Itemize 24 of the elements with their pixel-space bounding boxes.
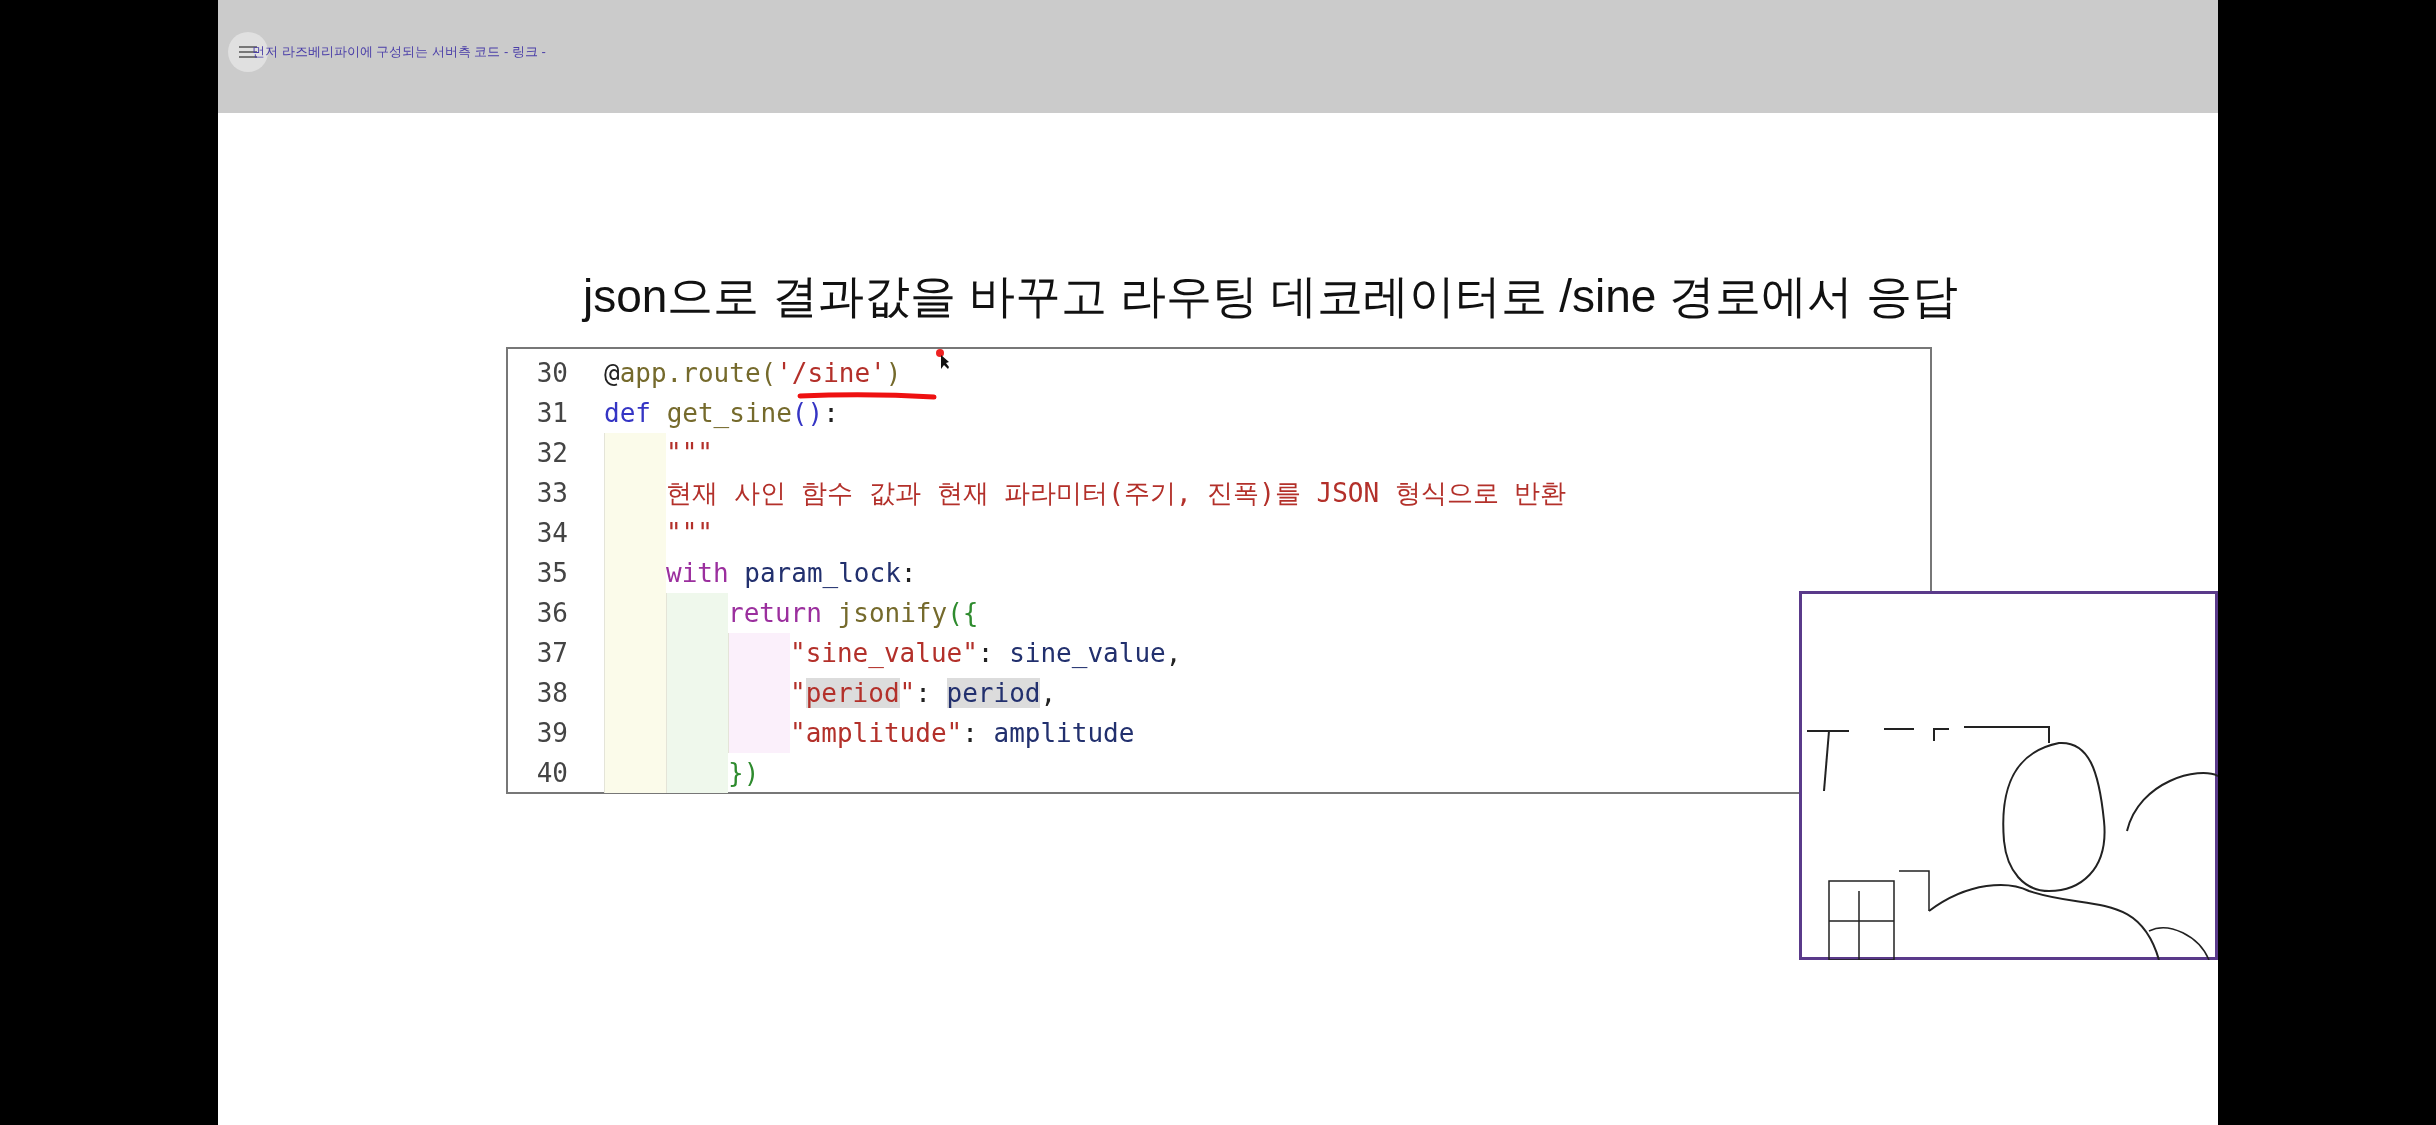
code-line: """: [666, 520, 713, 546]
line-number: 35: [535, 560, 568, 586]
line-number: 31: [535, 400, 568, 426]
video-title: 먼저 라즈베리파이에 구성되는 서버측 코드 - 링크 -: [252, 42, 546, 61]
line-number: 34: [535, 520, 568, 546]
line-number: 40: [535, 760, 568, 786]
code-line: """: [666, 440, 713, 466]
line-number: 33: [535, 480, 568, 506]
line-number: 38: [535, 680, 568, 706]
line-number: 32: [535, 440, 568, 466]
code-line: with param_lock:: [666, 560, 917, 586]
code-line: @app.route('/sine'): [604, 360, 902, 386]
code-line: }): [728, 760, 760, 786]
code-line: 현재 사인 함수 값과 현재 파라미터(주기, 진폭)를 JSON 형식으로 반환: [666, 480, 1567, 506]
cursor-icon: [936, 349, 950, 371]
code-line: "amplitude": amplitude: [790, 720, 1135, 746]
code-line: return jsonify({: [728, 600, 979, 626]
line-number: 30: [535, 360, 568, 386]
code-line: "period": period,: [790, 680, 1057, 706]
code-line: def get_sine():: [604, 400, 839, 426]
line-number: 37: [535, 640, 568, 666]
line-number: 39: [535, 720, 568, 746]
code-line: "sine_value": sine_value,: [790, 640, 1182, 666]
line-number: 36: [535, 600, 568, 626]
